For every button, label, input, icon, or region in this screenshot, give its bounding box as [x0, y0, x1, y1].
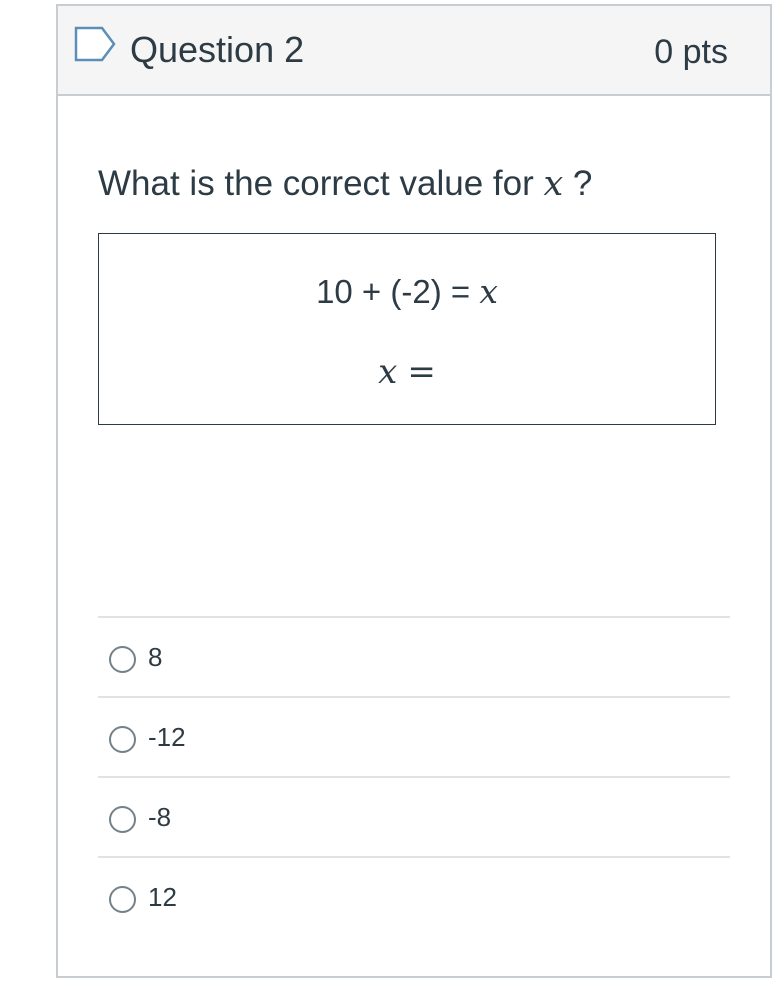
- answer-label: -12: [148, 722, 186, 752]
- radio-button[interactable]: [109, 646, 136, 673]
- answer-option[interactable]: -8: [98, 776, 730, 856]
- radio-button[interactable]: [109, 726, 136, 753]
- answer-label: 12: [148, 882, 177, 912]
- answer-option[interactable]: -12: [98, 696, 730, 776]
- radio-button[interactable]: [109, 806, 136, 833]
- prompt-suffix: ?: [563, 164, 593, 203]
- prompt-text: What is the correct value for: [98, 164, 544, 203]
- question-title: Question 2: [130, 29, 305, 70]
- prompt-variable: x: [543, 164, 564, 204]
- question-header: Question 2 0 pts: [58, 6, 770, 96]
- equation-line-2: x =: [99, 352, 715, 392]
- question-points: 0 pts: [654, 33, 728, 71]
- equation-answer-variable: x: [378, 352, 398, 392]
- answer-option[interactable]: 8: [98, 616, 730, 696]
- question-card: Question 2 0 pts What is the correct val…: [56, 4, 772, 978]
- answer-label: -8: [148, 802, 172, 832]
- equation-equals: =: [407, 352, 436, 392]
- equation-box: 10 + (-2) = x x =: [98, 233, 716, 425]
- equation-expression: 10 + (-2) =: [316, 273, 480, 310]
- equation-line-1: 10 + (-2) = x: [99, 272, 715, 312]
- bookmark-flag-icon[interactable]: [74, 26, 118, 62]
- answer-label: 8: [148, 642, 163, 672]
- answer-list: 8 -12 -8 12: [98, 616, 730, 936]
- radio-button[interactable]: [109, 886, 136, 913]
- question-prompt: What is the correct value for x ?: [98, 160, 592, 208]
- equation-variable: x: [479, 272, 498, 311]
- answer-option[interactable]: 12: [98, 856, 730, 936]
